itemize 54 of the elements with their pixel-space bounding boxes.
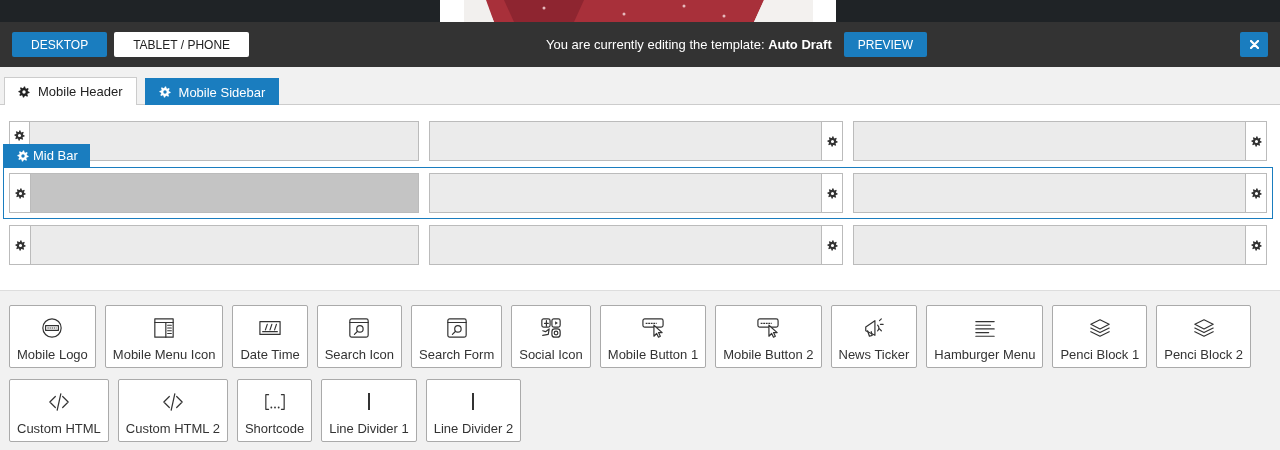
close-icon xyxy=(1249,40,1259,49)
element-tile[interactable]: Date Time xyxy=(232,305,308,368)
header-tab[interactable]: Mobile Header xyxy=(4,77,137,105)
settings-icon[interactable] xyxy=(826,187,838,199)
close-button[interactable] xyxy=(1240,32,1268,57)
settings-icon[interactable] xyxy=(826,239,838,251)
view-button[interactable]: TABLET / PHONE xyxy=(114,32,250,57)
element-tile[interactable]: Mobile Button 2 xyxy=(715,305,822,368)
element-tile[interactable]: Custom HTML xyxy=(9,379,109,442)
preview-button[interactable]: PREVIEW xyxy=(843,32,928,57)
drop-zone[interactable] xyxy=(9,121,419,161)
element-tile[interactable]: Search Icon xyxy=(316,305,403,368)
vertical-line-icon xyxy=(367,393,370,410)
header-tab[interactable]: Mobile Sidebar xyxy=(144,78,280,105)
code-icon xyxy=(47,391,70,413)
element-tile[interactable]: Search Form xyxy=(411,305,503,368)
settings-icon[interactable] xyxy=(1250,135,1262,147)
element-tile[interactable]: Shortcode xyxy=(236,379,313,442)
template-notice: You are currently editing the template: Auto Draft xyxy=(546,37,832,52)
gear-icon xyxy=(17,149,29,162)
settings-icon[interactable] xyxy=(1250,239,1262,251)
element-tile[interactable]: Penci Block 2 xyxy=(1156,305,1251,368)
element-tile[interactable]: Custom HTML 2 xyxy=(117,379,228,442)
pointer-icon xyxy=(642,317,664,339)
gear-icon xyxy=(18,85,30,98)
settings-icon[interactable] xyxy=(826,135,838,147)
element-tile[interactable]: Social Icon xyxy=(511,305,591,368)
layers-icon xyxy=(1088,317,1111,339)
element-tile[interactable]: Hamburger Menu xyxy=(926,305,1044,368)
settings-icon[interactable] xyxy=(14,187,26,199)
element-tile[interactable]: Mobile Button 1 xyxy=(599,305,707,368)
gear-icon xyxy=(158,86,171,98)
settings-icon[interactable] xyxy=(14,130,25,141)
layers-icon xyxy=(1192,317,1215,339)
element-tile[interactable]: Line Divider 1 xyxy=(321,379,417,442)
layout-icon xyxy=(153,317,176,339)
vertical-line-icon xyxy=(472,393,475,410)
brackets-icon xyxy=(263,391,286,413)
settings-icon[interactable] xyxy=(14,239,26,251)
row-label[interactable]: Mid Bar xyxy=(3,144,90,167)
pointer-icon xyxy=(757,317,780,339)
element-tile[interactable]: Mobile Logo xyxy=(9,305,96,368)
settings-icon[interactable] xyxy=(1250,187,1262,199)
element-tile[interactable]: News Ticker xyxy=(830,305,918,368)
search-icon xyxy=(348,317,371,339)
logo-icon xyxy=(41,317,64,339)
megaphone-icon xyxy=(862,317,885,339)
view-button[interactable]: DESKTOP xyxy=(12,32,108,57)
element-tile[interactable]: Line Divider 2 xyxy=(425,379,522,442)
element-tile[interactable]: Penci Block 1 xyxy=(1052,305,1148,368)
element-tile[interactable]: Mobile Menu Icon xyxy=(104,305,224,368)
social-icon xyxy=(540,317,562,339)
search-icon xyxy=(445,317,468,339)
code-icon xyxy=(161,391,184,413)
